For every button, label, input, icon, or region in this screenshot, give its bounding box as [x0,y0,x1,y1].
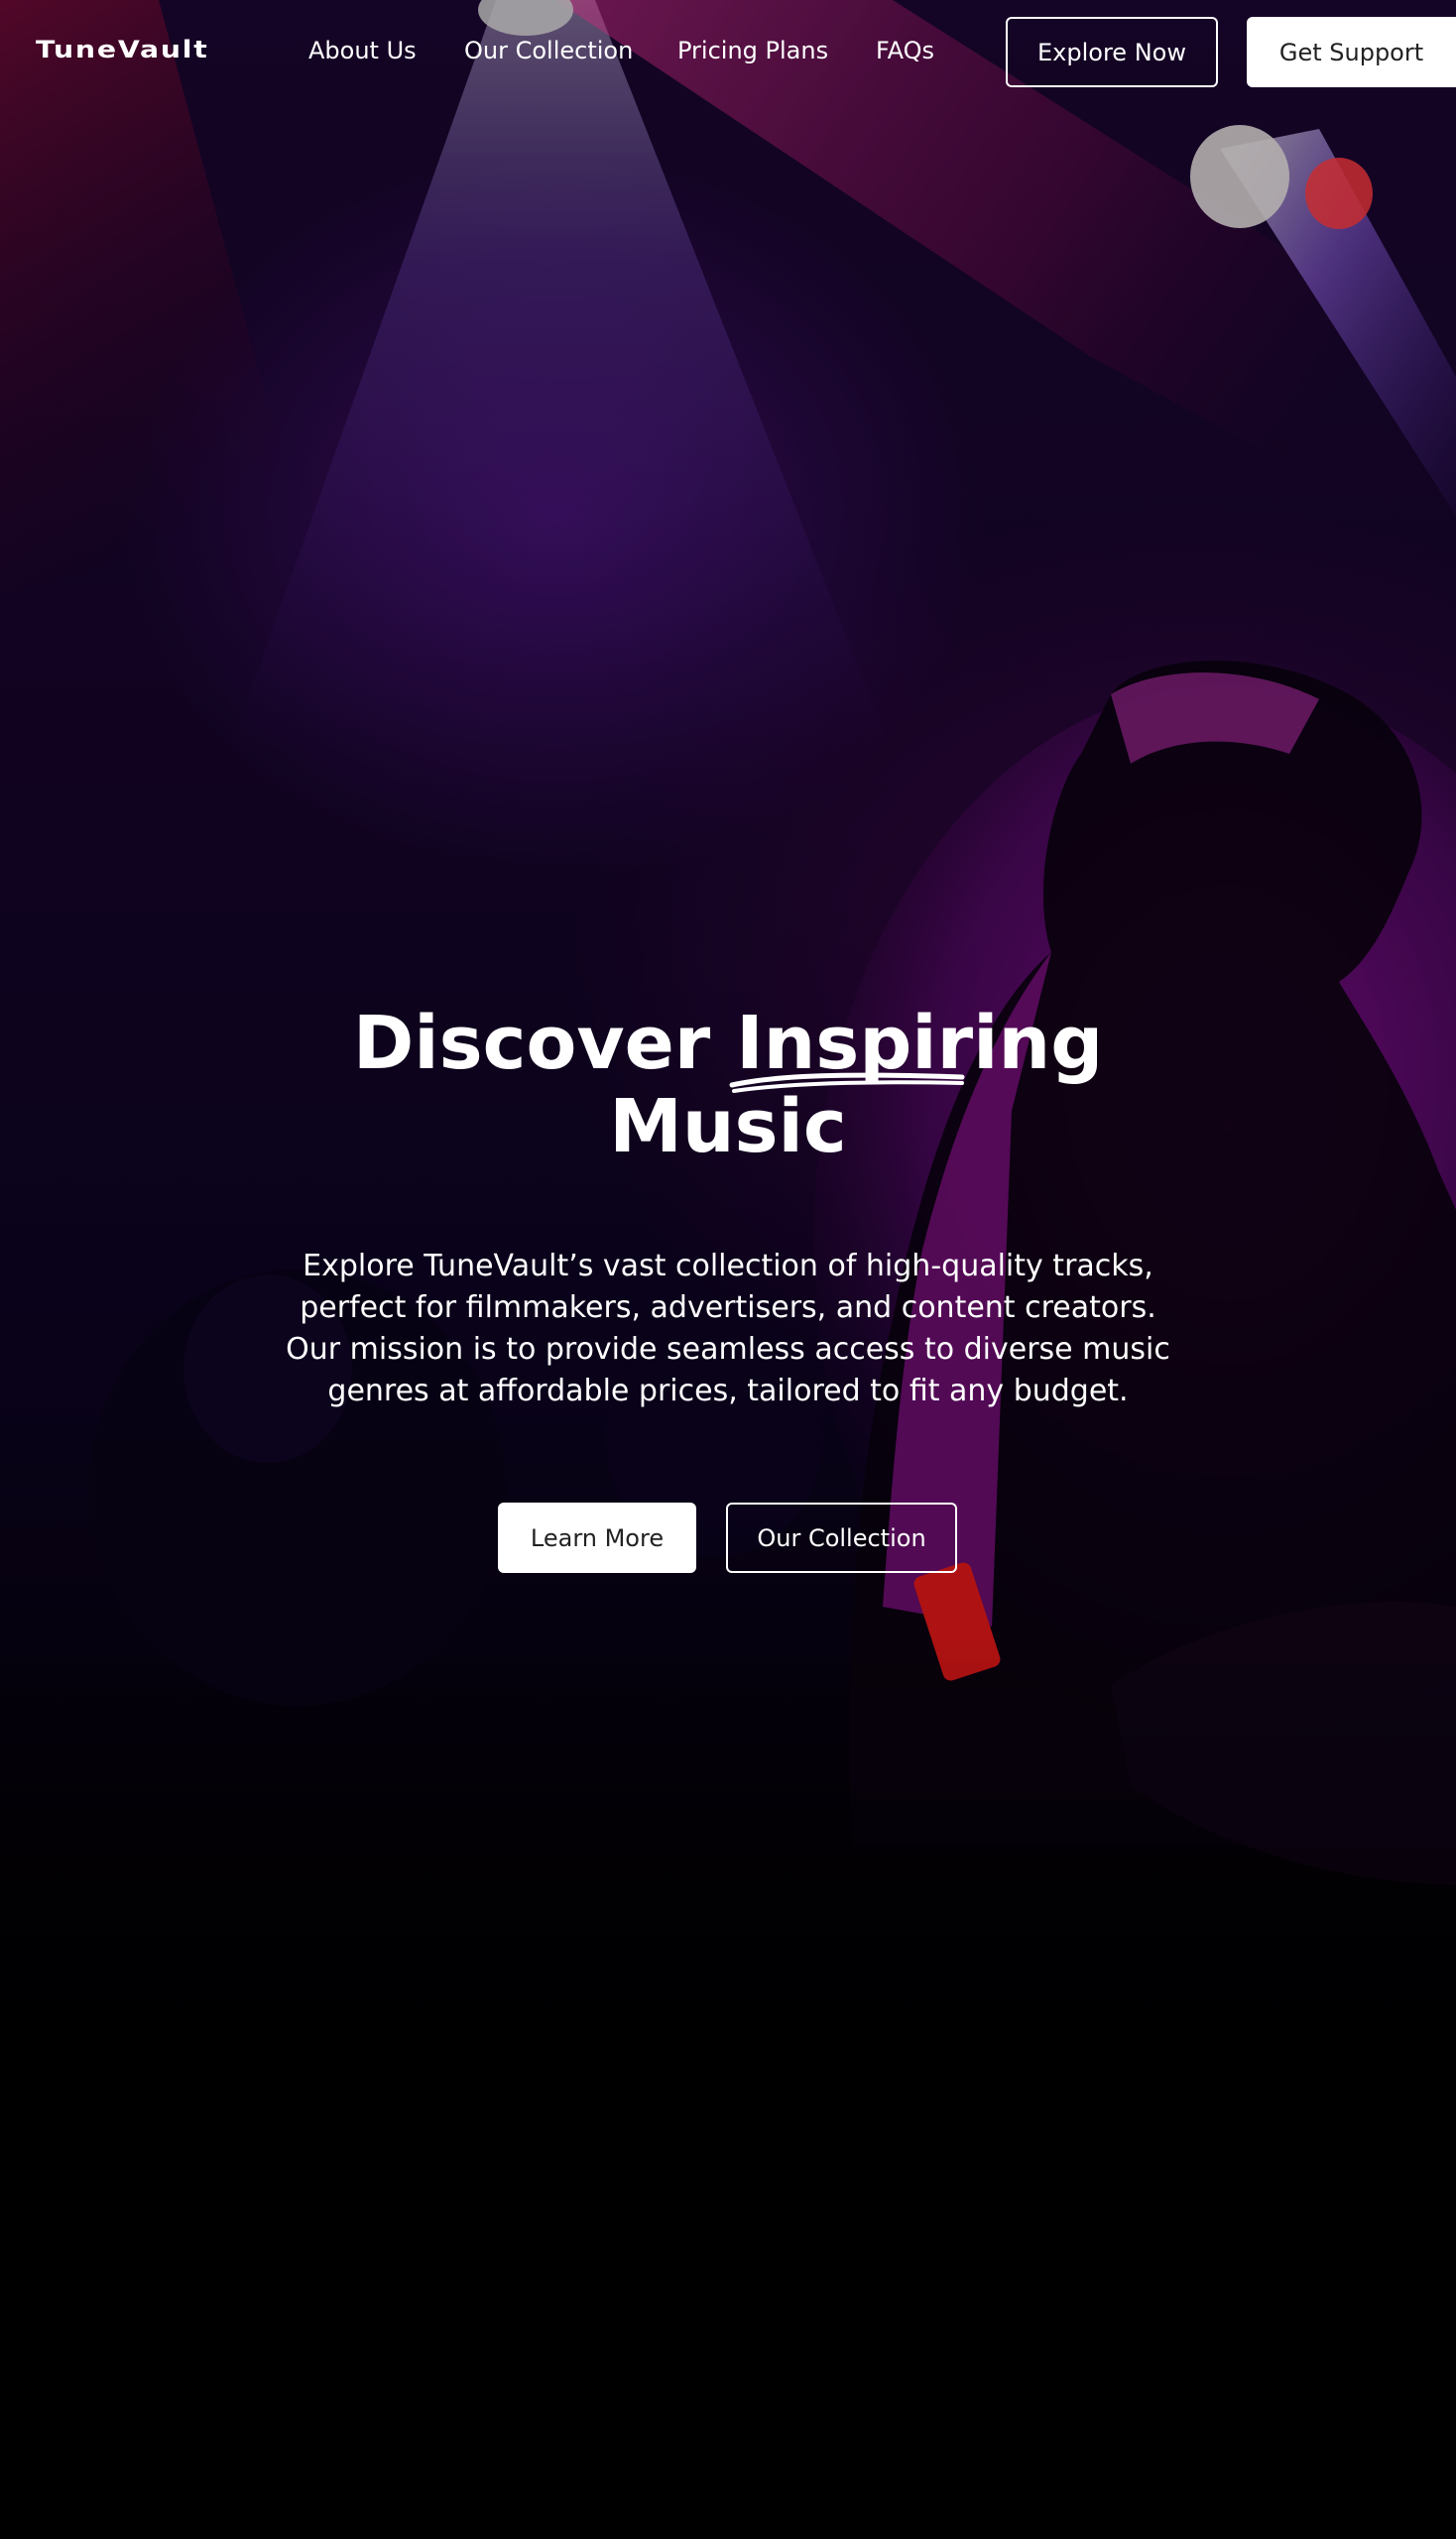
hero-title-accent-word: Inspiring [729,1002,1103,1093]
explore-now-button[interactable]: Explore Now [1006,17,1218,87]
hero-title-line-2: Music [609,1084,847,1169]
hero-title-line-1: Discover Inspiring [232,1001,1224,1093]
nav-link-about-us[interactable]: About Us [308,36,417,65]
hand-drawn-underline-icon [729,1072,965,1093]
hero-title: Discover Inspiring Music [232,1002,1224,1168]
our-collection-button[interactable]: Our Collection [726,1503,957,1573]
learn-more-label: Learn More [530,1523,665,1552]
hero-title-word-discover: Discover [352,1001,711,1086]
nav-link-our-collection[interactable]: Our Collection [464,36,633,65]
get-support-button[interactable]: Get Support [1247,17,1456,87]
learn-more-button[interactable]: Learn More [498,1503,696,1573]
explore-now-label: Explore Now [1037,38,1186,66]
get-support-label: Get Support [1278,38,1424,66]
nav-link-pricing-plans[interactable]: Pricing Plans [677,36,828,65]
hero-description: Explore TuneVault’s vast collection of h… [286,1249,1170,1408]
nav-link-faqs[interactable]: FAQs [876,36,934,65]
site-header: TuneVault About Us Our Collection Pricin… [0,0,1456,103]
brand-logo[interactable]: TuneVault [36,36,209,63]
our-collection-label: Our Collection [757,1523,926,1552]
